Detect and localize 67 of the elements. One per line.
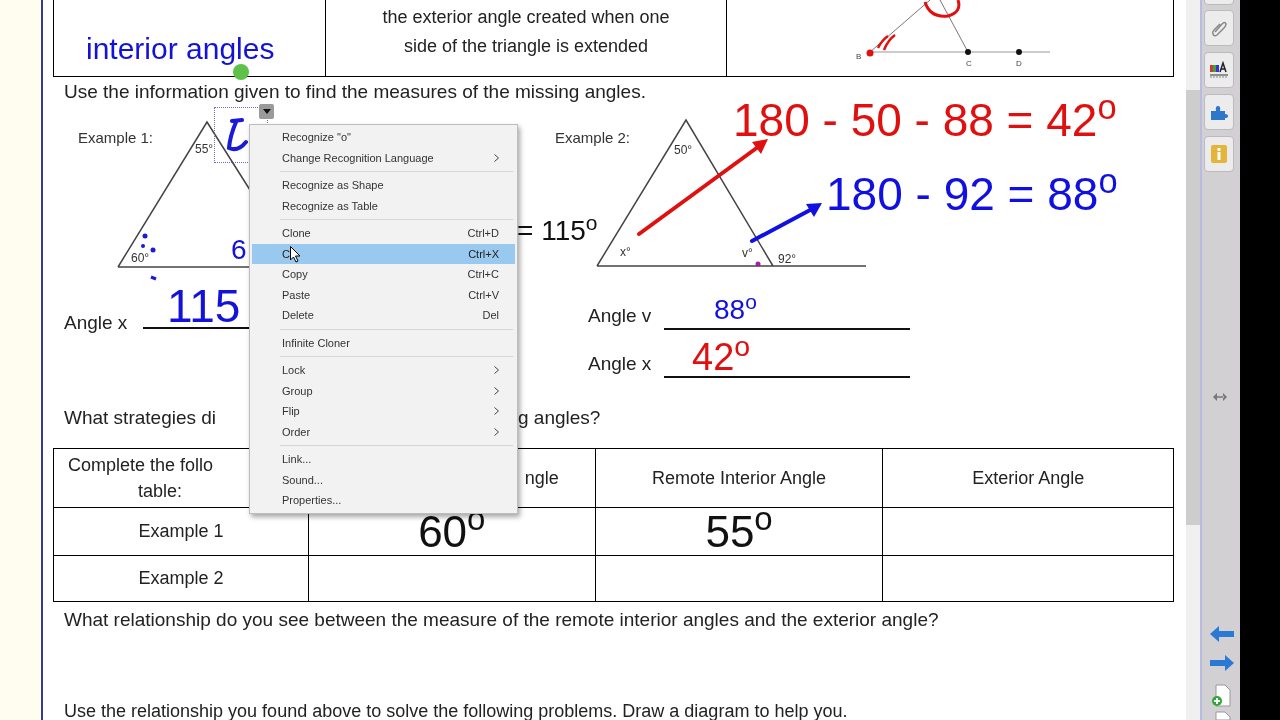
menu-item[interactable]: Recognize "o" [252,127,515,148]
point-label: C [966,58,972,70]
angle-label: 55° [195,141,214,158]
equation-text: 180 - 50 - 88 = 42$^{o}$ [733,92,1117,148]
column-header: Complete the follo [68,454,214,477]
menu-item[interactable]: Lock [252,360,515,381]
angle-label: v° [742,245,753,262]
column-header: Exterior Angle [882,448,1174,508]
sidebar-tab[interactable] [1204,94,1234,130]
equation-text: 180 - 92 = 88$^{o}$ [826,166,1118,222]
equation-text: = 115$^{o}$ [517,210,598,248]
question-text: What strategies di [64,406,217,430]
rotate-handle[interactable] [233,64,249,80]
scrollbar[interactable] [1186,0,1200,720]
sidebar-tab[interactable] [1204,10,1234,46]
menu-item[interactable]: C Ctrl+X [252,243,515,264]
table-cell: Example 2 [53,555,309,602]
menu-item[interactable]: Paste Ctrl+V [252,284,515,305]
table-cell: 55$^{o}$ [595,507,883,556]
handwritten-digit: 6 [231,233,247,267]
handwritten-answer: 115 [167,280,241,332]
point-label: B [856,51,862,63]
forward-arrow-icon[interactable] [1210,655,1234,671]
question-text: g angles? [518,406,601,430]
answer-label: Angle x [64,311,128,335]
menu-item[interactable]: Infinite Cloner [252,332,515,353]
ink-stroke [226,118,250,152]
back-arrow-icon[interactable] [1210,626,1234,642]
angle-label: 92° [778,251,797,268]
instructions-text: Use the information given to find the measures of the missing angles. [64,81,646,102]
dropdown-handle[interactable] [259,104,274,119]
menu-item[interactable]: Recognize as Table [252,195,515,216]
definition-line: side of the triangle is extended [403,35,649,58]
handwritten-answer: 42$^{o}$ [692,336,751,378]
menu-item[interactable]: Recognize as Shape [252,175,515,196]
scrollbar-thumb[interactable] [1186,90,1200,525]
resize-icon[interactable] [1213,393,1227,401]
menu-item[interactable]: Group [252,380,515,401]
sidebar-tab[interactable] [1204,52,1234,88]
puzzle-icon [1209,103,1229,121]
question-text: What relationship do you see between the measure of the remote interior angles and the exterior angle? [64,608,939,632]
handwritten-answer: 88$^{o}$ [714,294,757,326]
info-icon [1211,145,1227,163]
point-label: D [1016,58,1022,70]
caret-icon [262,109,271,114]
answer-label: Angle x [588,351,653,376]
add-page-icon[interactable] [1211,684,1231,708]
column-header: table: [138,480,183,503]
example-label: Example 1: [78,128,154,148]
angle-label: 50° [674,142,693,159]
menu-item[interactable]: Clone Ctrl+D [252,223,515,244]
cursor-icon [290,245,301,263]
instructions-text: Use the relationship you found above to solve the following problems. Draw a diagram to help you. [64,700,848,720]
column-header: Remote Interior Angle [595,448,883,508]
menu-item[interactable]: Delete Del [252,305,515,326]
answer-label: Angle v [588,303,653,328]
menu-item[interactable]: Flip [252,401,515,422]
angle-label: 60° [131,250,150,267]
term-text: interior angles [86,31,275,67]
menu-item[interactable]: Order [252,421,515,442]
definition-line: the exterior angle created when one [382,6,670,29]
menu-item[interactable]: Change Recognition Language [252,147,515,168]
properties-icon [1209,61,1229,79]
page-icon[interactable] [1213,711,1231,720]
angle-label: x° [620,244,631,261]
menu-item[interactable]: Copy Ctrl+C [252,264,515,285]
example-label: Example 2: [555,128,631,148]
